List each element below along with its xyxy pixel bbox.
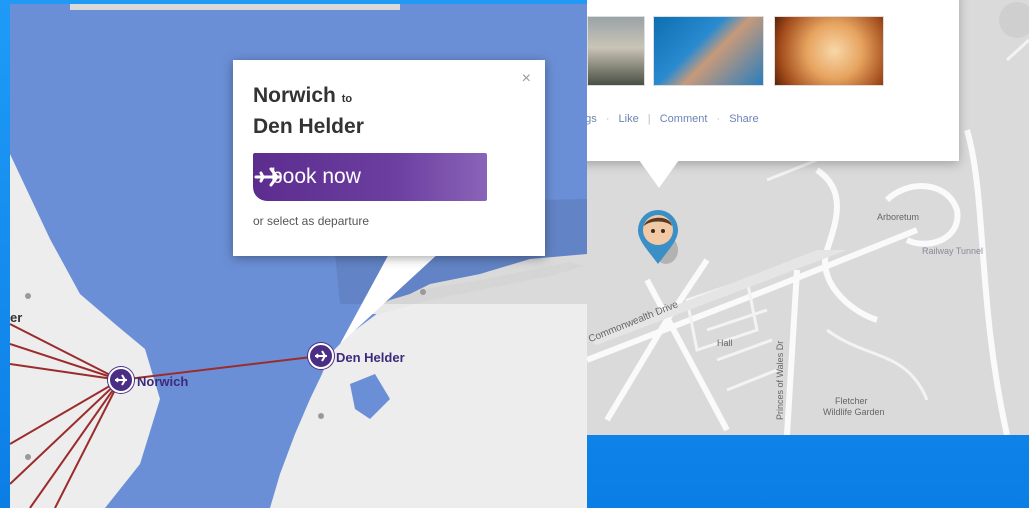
airplane-icon: [115, 374, 127, 386]
photo-thumbnail[interactable]: [653, 16, 764, 86]
like-link[interactable]: Like: [619, 113, 639, 125]
close-button[interactable]: ×: [522, 70, 531, 88]
book-now-label: book now: [271, 165, 361, 188]
route-destination: Den Helder: [253, 115, 364, 138]
norwich-label: Norwich: [137, 374, 189, 389]
airplane-icon: [315, 350, 327, 362]
top-strip: [70, 4, 400, 10]
card-pointer: [639, 160, 679, 188]
norwich-airport-pin[interactable]: [108, 367, 134, 393]
route-popup: × Norwich to Den Helder book now or sele…: [233, 60, 545, 256]
route-to-word: to: [341, 93, 353, 105]
railway-label: Railway Tunnel: [922, 246, 984, 256]
den-helder-label: Den Helder: [336, 350, 405, 365]
post-actions: ags · Like | Comment · Share: [587, 113, 765, 125]
partial-place-label: er: [10, 310, 23, 325]
user-location-pin[interactable]: [636, 210, 680, 266]
garden-label-1: Fletcher: [835, 396, 868, 406]
den-helder-airport-pin[interactable]: [308, 343, 334, 369]
hall-label: Hall: [717, 338, 733, 348]
route-map[interactable]: Norwich Den Helder er × Norwich to Den H…: [10, 4, 587, 508]
princes-road-label: Princes of Wales Dr: [775, 340, 785, 420]
photo-post-card: ags · Like | Comment · Share: [587, 0, 959, 161]
route-title: Norwich to Den Helder: [253, 82, 364, 141]
book-now-button[interactable]: book now: [253, 153, 487, 201]
comment-link[interactable]: Comment: [660, 113, 708, 125]
arboretum-label: Arboretum: [877, 212, 920, 222]
airplane-icon: [254, 167, 282, 187]
share-link[interactable]: Share: [729, 113, 758, 125]
tags-link[interactable]: ags: [587, 113, 597, 125]
photo-thumbnail[interactable]: [774, 16, 884, 86]
photo-thumbnail[interactable]: [587, 16, 645, 86]
route-origin: Norwich: [253, 84, 336, 107]
garden-label-2: Wildlife Garden: [823, 407, 885, 417]
select-departure-link[interactable]: or select as departure: [253, 214, 369, 228]
location-map[interactable]: Arboretum Railway Tunnel Commonwealth Dr…: [587, 0, 1029, 435]
